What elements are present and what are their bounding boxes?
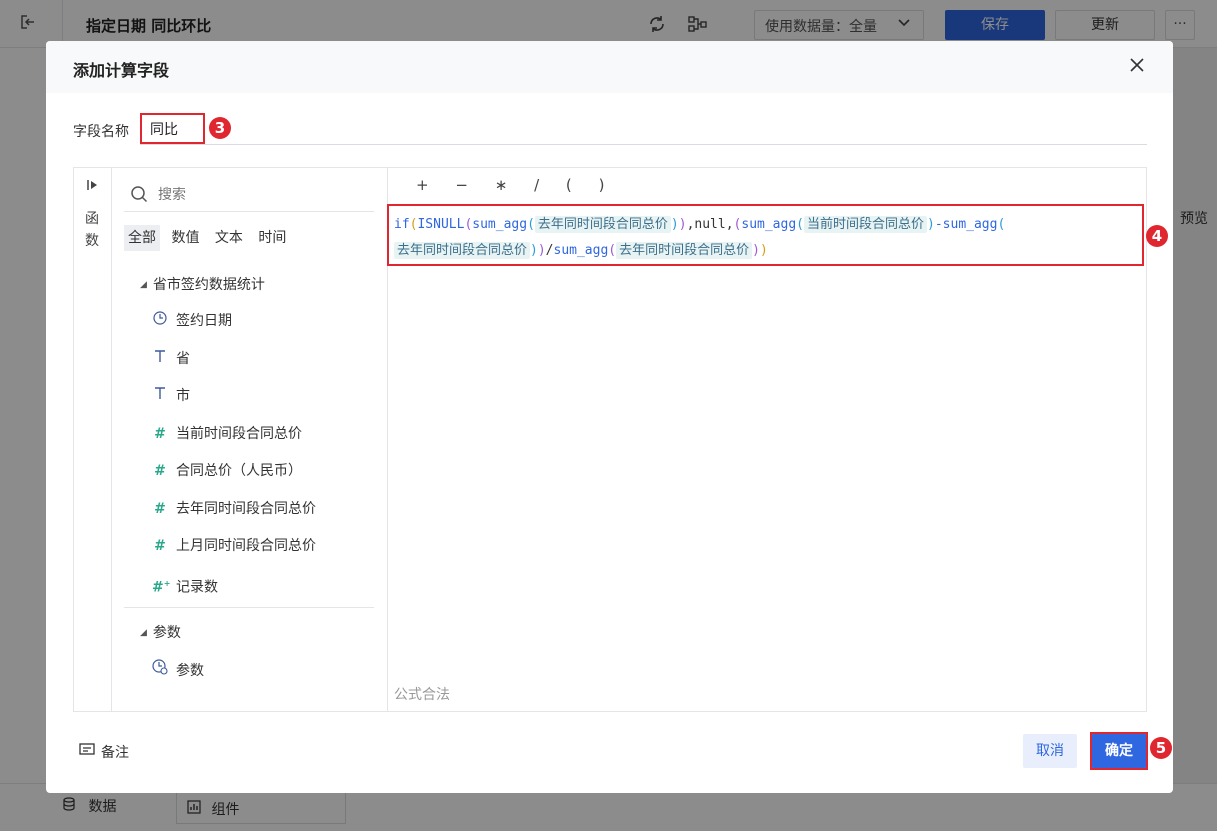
step-badge-3: 3 <box>209 117 231 139</box>
field-label: 去年同时间段合同总价 <box>176 501 316 517</box>
text-type-icon <box>152 348 168 370</box>
functions-label: 函数 <box>85 211 99 249</box>
field-panel: 全部 数值 文本 时间 ◢ 省市签约数据统计 签约日期 省 <box>112 168 388 711</box>
field-item[interactable]: 市 <box>152 385 190 407</box>
param-group-label: 参数 <box>152 625 181 641</box>
field-label: 上月同时间段合同总价 <box>176 538 316 554</box>
field-item[interactable]: # 去年同时间段合同总价 <box>152 498 316 520</box>
field-label: 市 <box>176 388 190 404</box>
operator-toolbar: + − ∗ / ( ) <box>416 176 626 194</box>
clock-icon <box>152 310 168 332</box>
collapse-triangle-icon: ◢ <box>140 628 147 638</box>
dataset-group-label: 省市签约数据统计 <box>152 277 265 293</box>
tab-all[interactable]: 全部 <box>124 225 160 251</box>
param-group[interactable]: ◢ 参数 <box>140 622 181 642</box>
field-label: 当前时间段合同总价 <box>176 426 302 442</box>
dataset-group[interactable]: ◢ 省市签约数据统计 <box>140 274 265 294</box>
field-item[interactable]: #+ 记录数 <box>152 573 218 596</box>
record-count-icon: #+ <box>152 579 171 596</box>
field-item[interactable]: 省 <box>152 348 190 370</box>
field-item[interactable]: 签约日期 <box>152 310 232 332</box>
search-input[interactable] <box>158 184 358 206</box>
highlight-box-formula <box>387 204 1144 266</box>
param-label: 参数 <box>176 663 204 679</box>
search-icon <box>130 185 148 203</box>
field-label: 记录数 <box>176 579 218 596</box>
close-icon[interactable] <box>1126 55 1148 77</box>
step-badge-4: 4 <box>1146 225 1168 247</box>
tab-time[interactable]: 时间 <box>254 225 290 251</box>
formula-status: 公式合法 <box>394 687 450 703</box>
field-item[interactable]: # 上月同时间段合同总价 <box>152 535 316 557</box>
right-paren-operator[interactable]: ) <box>599 176 605 194</box>
expand-functions-icon[interactable] <box>86 178 100 196</box>
field-item[interactable]: # 当前时间段合同总价 <box>152 423 302 445</box>
remark-button[interactable]: 备注 <box>79 742 129 762</box>
param-item[interactable]: 参数 <box>152 659 204 681</box>
cancel-button[interactable]: 取消 <box>1023 734 1077 768</box>
highlight-box-field-name <box>140 113 205 144</box>
dialog-title: 添加计算字段 <box>73 61 170 80</box>
field-item[interactable]: # 合同总价（人民币） <box>152 460 302 482</box>
highlight-box-confirm <box>1090 732 1148 770</box>
number-type-icon: # <box>154 538 166 554</box>
text-type-icon <box>152 385 168 407</box>
tab-text[interactable]: 文本 <box>211 225 247 251</box>
plus-operator[interactable]: + <box>416 176 429 194</box>
step-badge-5: 5 <box>1150 737 1172 759</box>
field-name-label: 字段名称 <box>73 124 129 140</box>
field-label: 合同总价（人民币） <box>176 463 302 479</box>
note-icon <box>79 743 95 761</box>
collapse-triangle-icon: ◢ <box>140 280 147 290</box>
left-paren-operator[interactable]: ( <box>566 176 572 194</box>
number-type-icon: # <box>154 501 166 517</box>
field-name-input[interactable] <box>140 113 1147 145</box>
remark-label: 备注 <box>101 745 129 761</box>
dialog-header: 添加计算字段 <box>46 41 1173 93</box>
field-label: 签约日期 <box>176 313 232 329</box>
number-type-icon: # <box>154 463 166 479</box>
parameter-icon <box>152 659 168 682</box>
divide-operator[interactable]: / <box>534 176 539 194</box>
tab-number[interactable]: 数值 <box>167 225 203 251</box>
add-calculated-field-dialog: 添加计算字段 字段名称 3 函数 全部 数值 文本 时间 <box>46 41 1173 793</box>
multiply-operator[interactable]: ∗ <box>495 176 508 194</box>
field-type-tabs: 全部 数值 文本 时间 <box>124 225 293 251</box>
number-type-icon: # <box>154 426 166 442</box>
minus-operator[interactable]: − <box>455 176 468 194</box>
panel-divider <box>124 607 374 608</box>
field-label: 省 <box>176 351 190 367</box>
functions-strip[interactable]: 函数 <box>74 168 112 711</box>
field-search[interactable] <box>124 182 374 212</box>
